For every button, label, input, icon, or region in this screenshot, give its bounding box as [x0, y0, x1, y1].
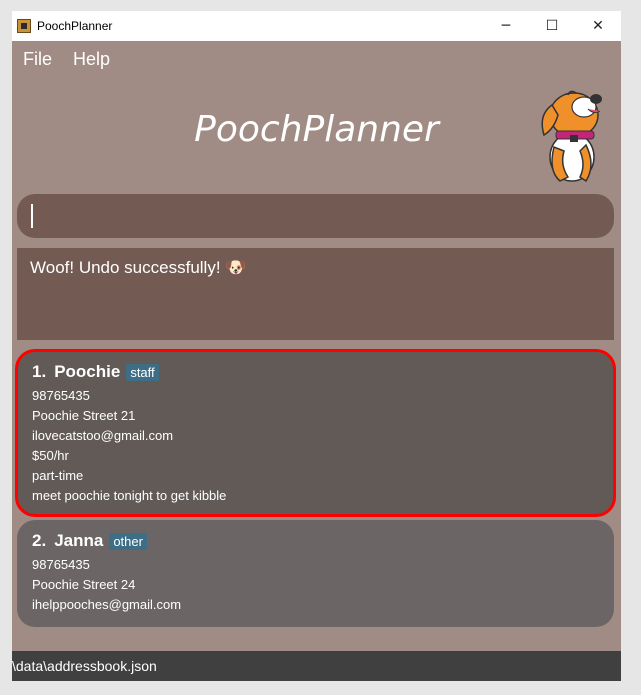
menu-bar: File Help: [12, 41, 621, 77]
minimize-icon: ─: [501, 18, 511, 34]
person-card-header: 1. Poochie staff: [32, 362, 599, 382]
command-input[interactable]: [17, 194, 614, 238]
status-file-path: \data\addressbook.json: [12, 658, 157, 674]
person-rate: $50/hr: [32, 448, 69, 463]
window-title: PoochPlanner: [37, 19, 113, 33]
person-email: ilovecatstoo@gmail.com: [32, 428, 174, 443]
person-address: Poochie Street 24: [32, 577, 136, 592]
person-phone: 98765435: [32, 557, 90, 572]
person-name: Janna: [54, 531, 104, 550]
app-icon: [17, 19, 31, 33]
person-phone: 98765435: [32, 388, 90, 403]
dog-mascot-icon: [541, 90, 602, 183]
person-address: Poochie Street 21: [32, 408, 136, 423]
person-index: 1.: [32, 362, 47, 381]
person-type: part-time: [32, 468, 84, 483]
close-button[interactable]: ✕: [575, 11, 621, 41]
menu-help[interactable]: Help: [73, 49, 110, 70]
person-note: meet poochie tonight to get kibble: [32, 488, 227, 503]
person-card[interactable]: 1. Poochie staff 98765435 Poochie Street…: [15, 349, 616, 517]
menu-file[interactable]: File: [23, 49, 52, 70]
title-bar: PoochPlanner ─ ☐ ✕: [12, 11, 621, 41]
result-display: Woof! Undo successfully! 🐶: [17, 248, 614, 340]
result-message: Woof! Undo successfully! 🐶: [30, 258, 247, 277]
person-card-header: 2. Janna other: [32, 531, 599, 551]
app-window: PoochPlanner ─ ☐ ✕ File Help PoochPlanne…: [12, 11, 621, 681]
person-tag: staff: [126, 363, 159, 381]
text-caret: [31, 204, 33, 228]
status-bar: \data\addressbook.json: [12, 651, 621, 681]
minimize-button[interactable]: ─: [483, 11, 529, 41]
person-email: ihelppooches@gmail.com: [32, 597, 182, 612]
maximize-button[interactable]: ☐: [529, 11, 575, 41]
person-tag: other: [109, 532, 147, 550]
person-index: 2.: [32, 531, 47, 550]
person-name: Poochie: [54, 362, 121, 381]
person-card[interactable]: 2. Janna other 98765435 Poochie Street 2…: [17, 520, 614, 627]
maximize-icon: ☐: [545, 18, 559, 34]
close-icon: ✕: [592, 18, 604, 34]
